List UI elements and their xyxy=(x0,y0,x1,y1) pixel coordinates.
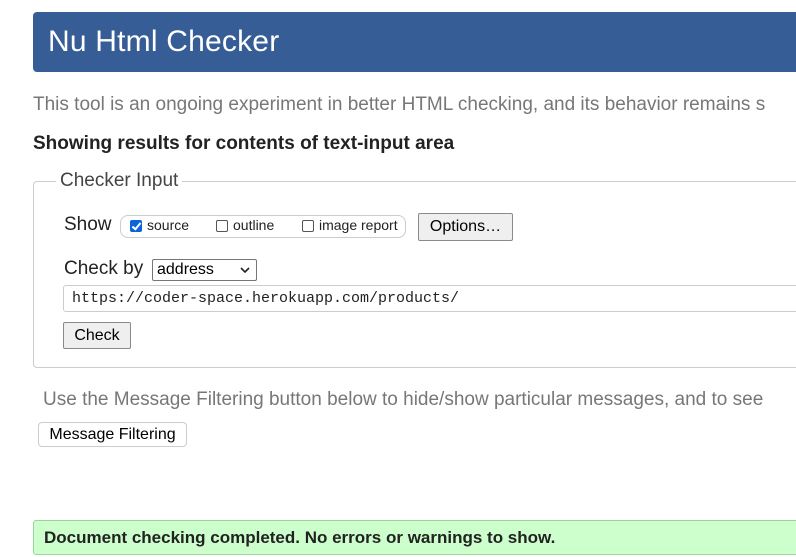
header-banner: Nu Html Checker xyxy=(33,12,796,72)
success-status-bar: Document checking completed. No errors o… xyxy=(33,520,796,555)
check-by-value: address xyxy=(157,261,214,278)
show-options-group: source outline image report xyxy=(120,215,406,238)
page: Nu Html Checker This tool is an ongoing … xyxy=(0,0,796,557)
page-title: Nu Html Checker xyxy=(48,25,280,58)
filter-note: Use the Message Filtering button below t… xyxy=(43,389,764,410)
source-option[interactable]: source xyxy=(130,217,189,233)
checker-input-fieldset: Checker Input Show source outline image … xyxy=(33,170,796,368)
show-label: Show xyxy=(64,214,112,235)
checker-input-legend: Checker Input xyxy=(56,170,183,192)
outline-option-label: outline xyxy=(233,217,275,233)
image-report-checkbox[interactable] xyxy=(302,220,314,232)
outline-checkbox[interactable] xyxy=(216,220,228,232)
check-by-select[interactable]: address xyxy=(152,259,257,281)
outline-option[interactable]: outline xyxy=(216,217,274,233)
intro-text: This tool is an ongoing experiment in be… xyxy=(33,94,766,115)
message-filtering-button[interactable]: Message Filtering xyxy=(38,422,187,447)
source-checkbox[interactable] xyxy=(130,220,142,232)
check-button[interactable]: Check xyxy=(63,322,131,349)
chevron-down-icon xyxy=(240,267,250,274)
options-button[interactable]: Options… xyxy=(418,213,513,241)
results-heading: Showing results for contents of text-inp… xyxy=(33,133,455,154)
check-by-label: Check by xyxy=(64,258,144,279)
image-report-option[interactable]: image report xyxy=(302,217,398,233)
image-report-option-label: image report xyxy=(319,217,398,233)
source-option-label: source xyxy=(147,217,190,233)
url-input[interactable]: https://coder-space.herokuapp.com/produc… xyxy=(63,285,796,312)
status-message: Document checking completed. No errors o… xyxy=(44,528,556,547)
